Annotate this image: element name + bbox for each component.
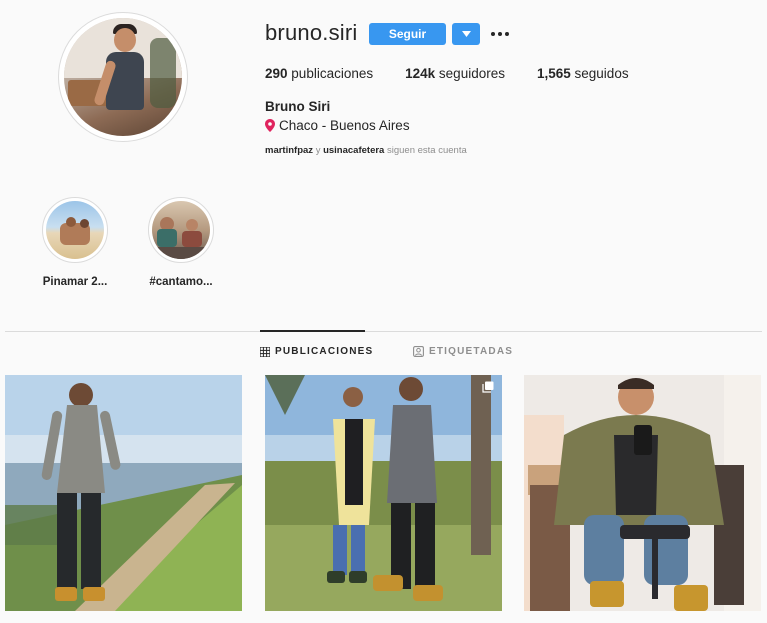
tag-icon (413, 346, 424, 357)
grid-icon (260, 346, 270, 357)
followed-by-connector: y (315, 145, 321, 156)
profile-avatar[interactable] (64, 18, 182, 136)
followed-by-suffix: siguen esta cuenta (386, 145, 467, 156)
suggestions-dropdown-button[interactable] (452, 23, 480, 45)
profile-stats: 290 publicaciones 124k seguidores 1,565 … (265, 66, 629, 81)
following-count: 1,565 (536, 66, 571, 81)
highlight-label[interactable]: Pinamar 2... (20, 276, 130, 288)
post-image-couple (265, 375, 502, 611)
highlight-thumbnail (46, 201, 104, 259)
tab-publicaciones[interactable]: PUBLICACIONES (260, 346, 373, 357)
profile-username: bruno.siri (265, 20, 358, 45)
location-text: Chaco - Buenos Aires (279, 118, 410, 133)
tabs-divider (5, 331, 762, 332)
followed-by-user[interactable]: usinacafetera (323, 145, 384, 156)
location-pin-icon (265, 119, 275, 132)
more-options-button[interactable] (490, 26, 510, 42)
post-thumbnail[interactable] (524, 375, 761, 611)
followed-by-line[interactable]: martinfpaz y usinacafetera siguen esta c… (265, 145, 467, 156)
post-image-mirror-selfie (524, 375, 761, 611)
post-image-lakeside (5, 375, 242, 611)
tab-label: PUBLICACIONES (275, 346, 374, 357)
chevron-down-icon (461, 31, 471, 37)
following-label: seguidos (574, 66, 629, 81)
highlight-cantamo[interactable] (148, 197, 214, 263)
highlight-ring (148, 197, 214, 263)
tab-etiquetadas[interactable]: ETIQUETADAS (413, 346, 513, 357)
posts-count: 290 (265, 66, 288, 81)
followed-by-user[interactable]: martinfpaz (265, 145, 313, 156)
followers-count: 124k (405, 66, 436, 81)
profile-full-name: Bruno Siri (265, 99, 331, 114)
posts-stat: 290 publicaciones (265, 66, 373, 81)
highlight-pinamar[interactable] (42, 197, 108, 263)
highlight-label[interactable]: #cantamo... (126, 276, 236, 288)
highlight-thumbnail (152, 201, 210, 259)
post-thumbnail[interactable] (265, 375, 502, 611)
more-dots-icon (491, 32, 509, 36)
followers-label: seguidores (438, 66, 505, 81)
profile-location: Chaco - Buenos Aires (265, 118, 410, 133)
multiple-photos-icon (482, 381, 494, 393)
active-tab-indicator (260, 330, 365, 332)
followers-stat[interactable]: 124k seguidores (405, 66, 505, 81)
follow-button[interactable]: Seguir (369, 23, 446, 45)
following-stat[interactable]: 1,565 seguidos (537, 66, 629, 81)
tab-label: ETIQUETADAS (429, 346, 514, 357)
highlight-ring (42, 197, 108, 263)
posts-label: publicaciones (291, 66, 374, 81)
post-thumbnail[interactable] (5, 375, 242, 611)
